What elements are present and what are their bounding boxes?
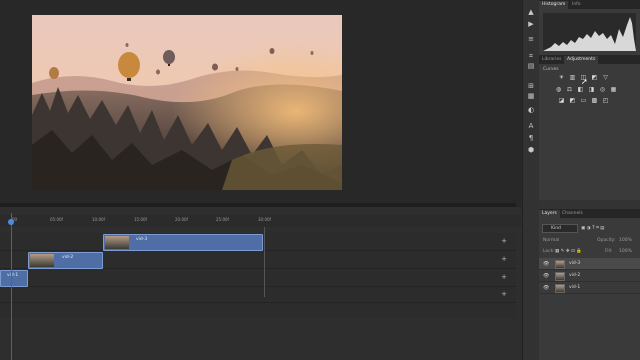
add-media-button[interactable]: + bbox=[501, 273, 507, 281]
tick-label: 20:00f bbox=[175, 217, 188, 222]
invert-icon[interactable]: ◪ bbox=[558, 98, 565, 104]
clip-label: vid-2 bbox=[62, 255, 74, 260]
layers-panel: Kind ▣ ◑ T ⌗ ▤ Normal Opacity: 100% Lock… bbox=[539, 218, 640, 360]
collapsed-panels-toolstrip: ▲ ▶ ≡ ⌗ ▤ ⊞ ▦ ◐ A ¶ ⬢ bbox=[522, 0, 539, 360]
vibrance-icon[interactable]: ▽ bbox=[602, 75, 609, 81]
playhead[interactable] bbox=[11, 213, 12, 360]
lock-icons[interactable]: ▦ ✎ ✥ ⊡ 🔒 bbox=[555, 249, 582, 254]
clip-vid-2[interactable]: vid-2 bbox=[28, 252, 103, 269]
color-lookup-icon[interactable]: ▦ bbox=[610, 87, 617, 93]
track-row bbox=[0, 303, 516, 318]
posterize-icon[interactable]: ◩ bbox=[569, 98, 576, 104]
layer-name: vid-3 bbox=[569, 261, 581, 266]
lock-label: Lock: bbox=[543, 249, 555, 254]
tab-info[interactable]: Info bbox=[569, 1, 584, 9]
playhead-handle[interactable] bbox=[8, 219, 14, 225]
histogram-panel bbox=[539, 9, 640, 55]
visibility-eye-icon[interactable]: 👁 bbox=[543, 273, 549, 279]
layer-row-vid-3[interactable]: 👁 vid-3 bbox=[539, 258, 640, 270]
layer-row-vid-1[interactable]: 👁 vid-1 bbox=[539, 282, 640, 294]
gradient-map-icon[interactable]: ▩ bbox=[591, 98, 598, 104]
tabbar: Histogram Info bbox=[539, 0, 640, 9]
opacity-label: Opacity: bbox=[597, 238, 616, 243]
tick-label: 15:00f bbox=[134, 217, 147, 222]
tool-icon[interactable]: ▲ bbox=[527, 8, 535, 16]
work-area-end bbox=[264, 227, 265, 297]
kind-label: Kind bbox=[551, 226, 561, 231]
track-row: vid-1 + bbox=[0, 269, 516, 287]
visibility-eye-icon[interactable]: 👁 bbox=[543, 261, 549, 267]
brightness-icon[interactable]: ☀ bbox=[558, 75, 565, 81]
threshold-icon[interactable]: ▭ bbox=[580, 98, 587, 104]
add-media-button[interactable]: + bbox=[501, 290, 507, 298]
layers-icon[interactable]: ▤ bbox=[527, 62, 535, 70]
selective-color-icon[interactable]: ◰ bbox=[602, 98, 609, 104]
track-row: + bbox=[0, 287, 516, 303]
document-canvas bbox=[0, 0, 516, 203]
adjustments-panel: Curves ☀ ▥ ◫ ◩ ▽ ◍ ⚖ ◧ ◨ ◎ ▦ ◪ ◩ ▭ ▩ ◰ bbox=[539, 64, 640, 200]
brush-icon[interactable]: ⌗ bbox=[527, 52, 535, 60]
layer-row-vid-2[interactable]: 👁 vid-2 bbox=[539, 270, 640, 282]
right-panel-dock: Histogram Info Libraries Adjustments Cur… bbox=[539, 0, 640, 360]
tick-label: 30:00f bbox=[258, 217, 271, 222]
clip-label: vid-3 bbox=[136, 237, 148, 242]
levels-icon[interactable]: ▥ bbox=[569, 75, 576, 81]
filter-icons[interactable]: ▣ ◑ T ⌗ ▤ bbox=[581, 225, 604, 231]
add-media-button[interactable]: + bbox=[501, 237, 507, 245]
layer-name: vid-1 bbox=[569, 285, 581, 290]
paragraph-icon[interactable]: ¶ bbox=[527, 134, 535, 142]
clip-thumbnail bbox=[30, 254, 54, 267]
tabbar: Libraries Adjustments bbox=[539, 55, 640, 64]
clip-thumbnail bbox=[105, 236, 129, 249]
tab-histogram[interactable]: Histogram bbox=[539, 1, 569, 9]
exposure-icon[interactable]: ◩ bbox=[591, 75, 598, 81]
paths-icon[interactable]: ◐ bbox=[527, 106, 535, 114]
clip-label: vid-1 bbox=[7, 273, 19, 278]
tick-label: 05:00f bbox=[50, 217, 63, 222]
layer-thumbnail bbox=[555, 260, 565, 269]
adjustment-tooltip-curves: Curves bbox=[543, 67, 559, 72]
tick-label: 25:00f bbox=[216, 217, 229, 222]
kind-filter-select[interactable]: Kind bbox=[542, 224, 578, 233]
track-row: vid-2 + bbox=[0, 251, 516, 269]
tab-layers[interactable]: Layers bbox=[539, 210, 560, 218]
timeline-ruler[interactable]: 00 05:00f 10:00f 15:00f 20:00f 25:00f 30… bbox=[0, 215, 522, 227]
layer-thumbnail bbox=[555, 284, 565, 293]
character-icon[interactable]: A bbox=[527, 122, 535, 130]
grid-icon[interactable]: ▦ bbox=[527, 92, 535, 100]
tab-adjustments[interactable]: Adjustments bbox=[564, 56, 599, 64]
black-white-icon[interactable]: ◧ bbox=[577, 87, 584, 93]
track-row: vid-3 + bbox=[0, 233, 516, 251]
photo-balloons-cappadocia[interactable] bbox=[32, 15, 342, 190]
blend-mode-select[interactable]: Normal bbox=[543, 238, 559, 243]
photo-filter-icon[interactable]: ◨ bbox=[588, 87, 595, 93]
opacity-value[interactable]: 100% bbox=[619, 238, 632, 243]
3d-icon[interactable]: ⬢ bbox=[527, 146, 535, 154]
tab-channels[interactable]: Channels bbox=[559, 210, 586, 218]
fill-value[interactable]: 100% bbox=[619, 249, 632, 254]
clip-vid-1[interactable]: vid-1 bbox=[0, 270, 28, 287]
properties-icon[interactable]: ≡ bbox=[527, 35, 535, 43]
play-icon[interactable]: ▶ bbox=[527, 20, 535, 28]
layer-name: vid-2 bbox=[569, 273, 581, 278]
color-balance-icon[interactable]: ⚖ bbox=[566, 87, 573, 93]
mouse-pointer-icon: ➚ bbox=[581, 77, 588, 86]
channel-mixer-icon[interactable]: ◎ bbox=[599, 87, 606, 93]
clip-vid-3[interactable]: vid-3 bbox=[103, 234, 263, 251]
hue-saturation-icon[interactable]: ◍ bbox=[555, 87, 562, 93]
tab-libraries[interactable]: Libraries bbox=[539, 56, 564, 64]
timeline-panel: 00 05:00f 10:00f 15:00f 20:00f 25:00f 30… bbox=[0, 207, 522, 360]
add-media-button[interactable]: + bbox=[501, 255, 507, 263]
visibility-eye-icon[interactable]: 👁 bbox=[543, 285, 549, 291]
layer-thumbnail bbox=[555, 272, 565, 281]
swatches-icon[interactable]: ⊞ bbox=[527, 82, 535, 90]
fill-label: Fill: bbox=[605, 249, 613, 254]
tabbar: Layers Channels bbox=[539, 209, 640, 218]
tick-label: 10:00f bbox=[92, 217, 105, 222]
